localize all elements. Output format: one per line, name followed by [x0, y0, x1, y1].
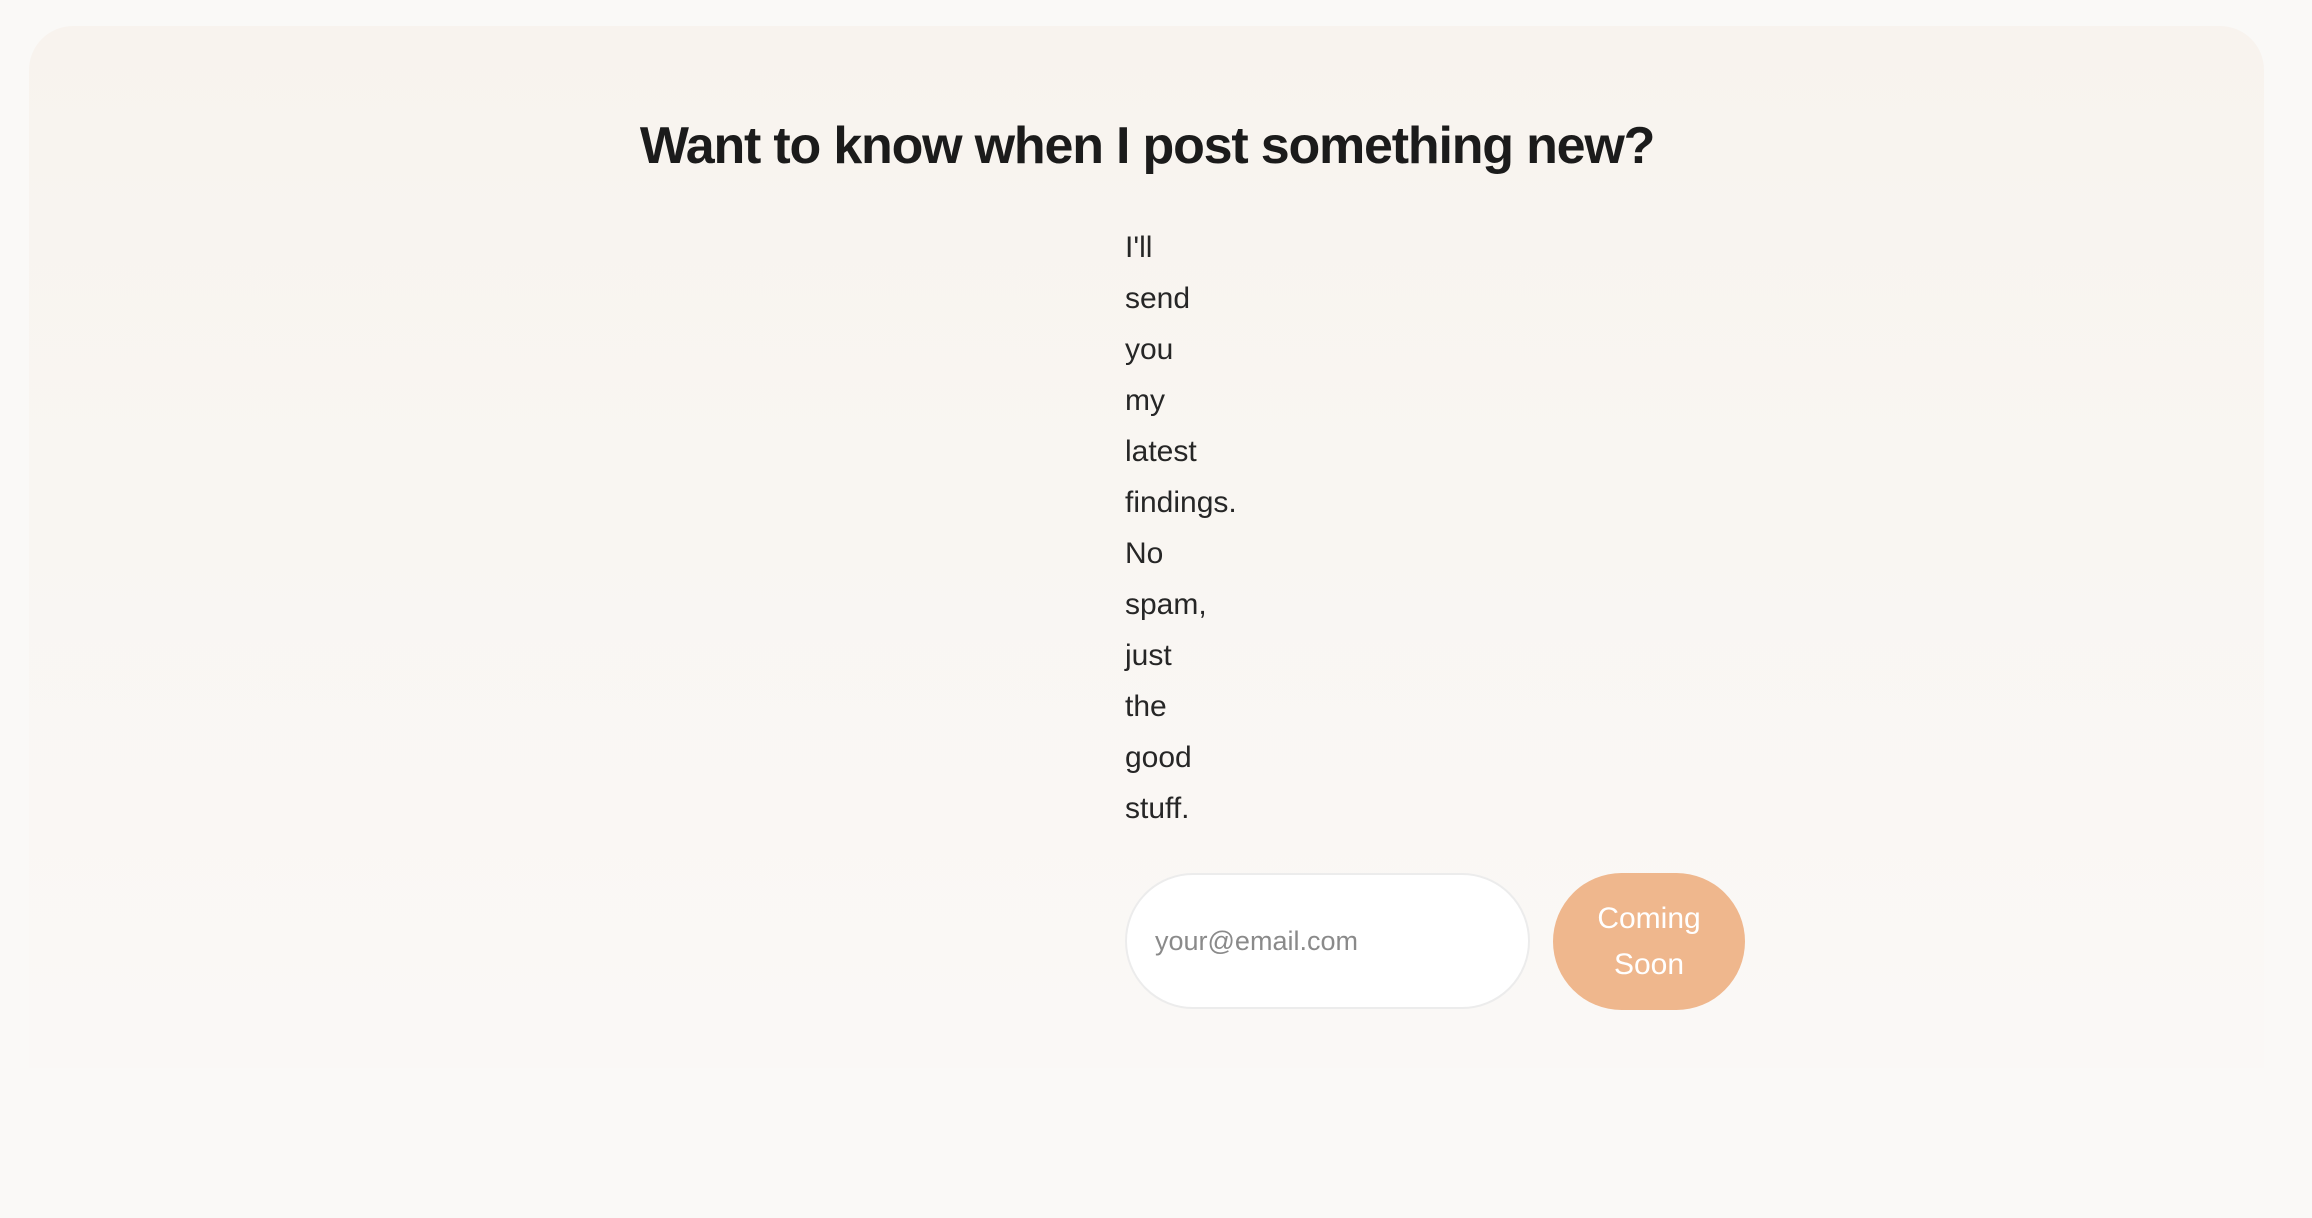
coming-soon-button[interactable]: Coming Soon [1553, 873, 1745, 1010]
intro-word: the [1125, 690, 1167, 723]
intro-word: my [1125, 384, 1165, 417]
intro-word: good [1125, 741, 1192, 774]
email-input[interactable] [1125, 873, 1530, 1009]
intro-word: No [1125, 537, 1164, 570]
intro-word: send [1125, 282, 1191, 315]
intro-word: findings. [1125, 486, 1237, 519]
intro-word: I'll [1125, 231, 1153, 264]
intro-word: spam, [1125, 588, 1207, 621]
newsletter-intro: I'll send you my latest findings. No spa… [1125, 222, 1237, 834]
intro-word: stuff. [1125, 792, 1190, 825]
intro-word: just [1125, 639, 1172, 672]
newsletter-headline: Want to know when I post something new? [639, 117, 1656, 175]
intro-word: you [1125, 333, 1174, 366]
intro-word: latest [1125, 435, 1197, 468]
